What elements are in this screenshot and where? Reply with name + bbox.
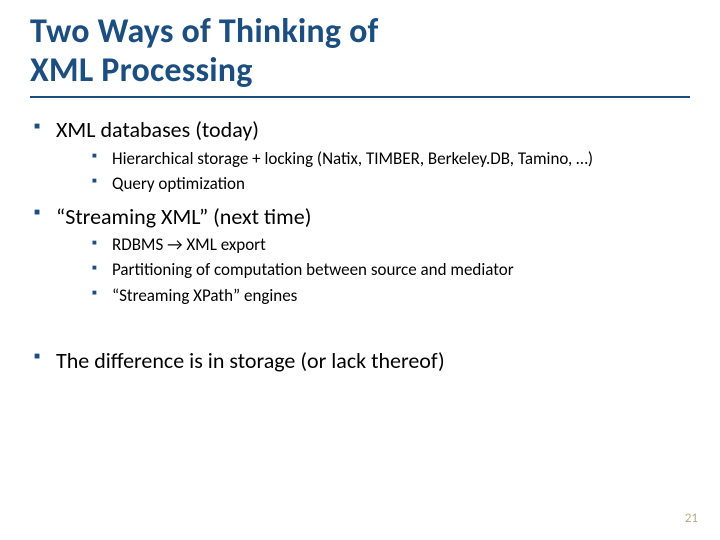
- page-number: 21: [685, 511, 698, 526]
- bullet-list: XML databases (today) Hierarchical stora…: [30, 116, 690, 306]
- bullet-1-sublist: Hierarchical storage + locking (Natix, T…: [56, 148, 690, 195]
- bullet-2-text: “Streaming XML” (next time): [56, 203, 311, 230]
- slide-title: Two Ways of Thinking of XML Processing: [30, 12, 690, 90]
- bullet-list-2: The difference is in storage (or lack th…: [30, 347, 690, 375]
- spacer: [30, 313, 690, 339]
- bullet-3: The difference is in storage (or lack th…: [30, 347, 690, 375]
- slide: Two Ways of Thinking of XML Processing X…: [0, 0, 720, 540]
- title-underline: [30, 96, 690, 98]
- bullet-2-sub-2: Partitioning of computation between sour…: [90, 259, 690, 281]
- title-line-2: XML Processing: [30, 50, 253, 91]
- bullet-1-sub-2: Query optimization: [90, 173, 690, 195]
- bullet-2: “Streaming XML” (next time) RDBMS → XML …: [30, 203, 690, 307]
- slide-body: XML databases (today) Hierarchical stora…: [30, 116, 690, 374]
- bullet-1-text: XML databases (today): [56, 116, 259, 143]
- title-line-1: Two Ways of Thinking of: [30, 11, 379, 52]
- bullet-2-sub-3: “Streaming XPath” engines: [90, 285, 690, 307]
- bullet-1: XML databases (today) Hierarchical stora…: [30, 116, 690, 195]
- bullet-1-sub-1: Hierarchical storage + locking (Natix, T…: [90, 148, 690, 170]
- bullet-2-sub-1: RDBMS → XML export: [90, 234, 690, 256]
- bullet-2-sublist: RDBMS → XML export Partitioning of compu…: [56, 234, 690, 306]
